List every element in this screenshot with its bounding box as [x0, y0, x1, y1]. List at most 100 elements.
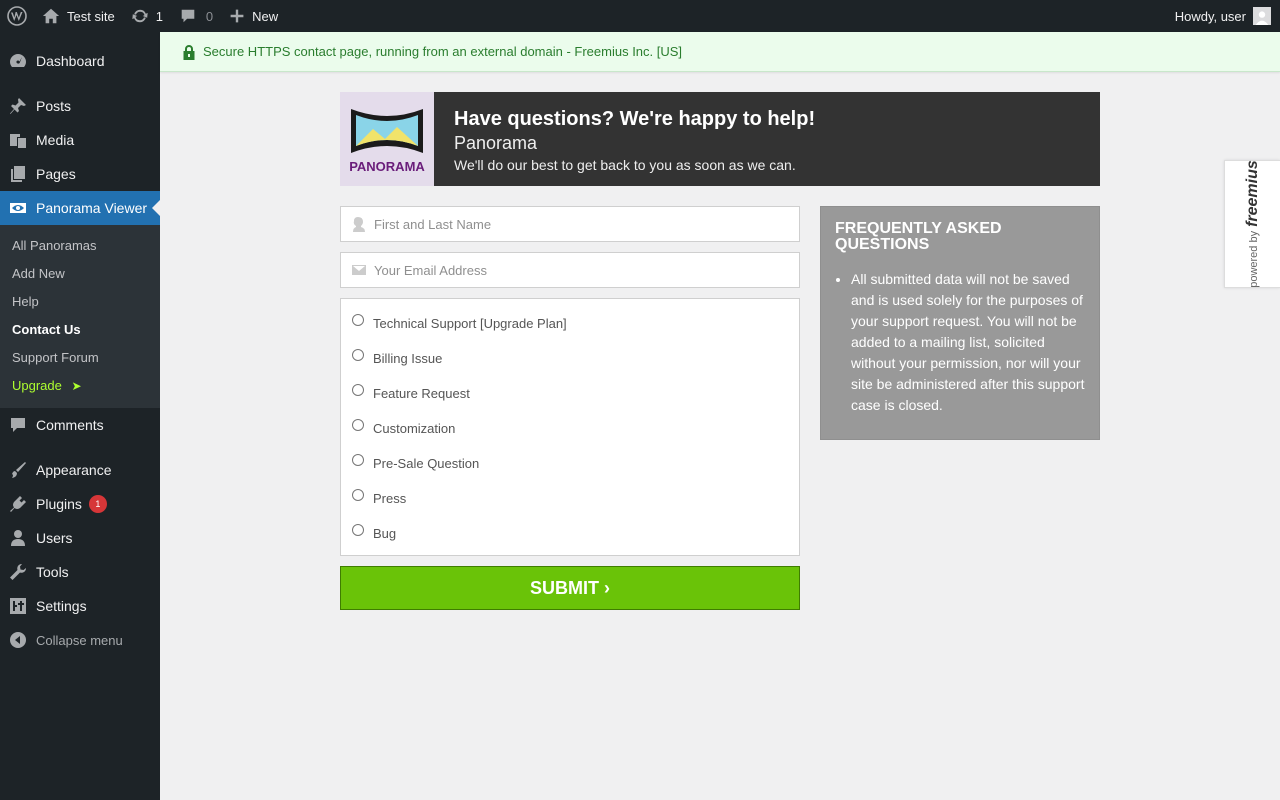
- plugin-logo: PANORAMA: [340, 92, 434, 186]
- faq-title: FREQUENTLY ASKED QUESTIONS: [835, 220, 1002, 253]
- new-content-button[interactable]: New: [221, 0, 286, 32]
- sidebar-item-label: Appearance: [36, 462, 112, 478]
- topic-option[interactable]: Technical Support [Upgrade Plan]: [352, 306, 799, 341]
- wordpress-logo-button[interactable]: [0, 0, 34, 32]
- submenu-all-panoramas[interactable]: All Panoramas: [0, 232, 160, 260]
- freemius-logo-text: freemius: [1243, 160, 1261, 227]
- topic-option[interactable]: Pre-Sale Question: [352, 446, 799, 481]
- collapse-label: Collapse menu: [36, 632, 123, 648]
- sidebar-item-pages[interactable]: Pages: [0, 157, 160, 191]
- panorama-submenu: All Panoramas Add New Help Contact Us Su…: [0, 225, 160, 408]
- lock-icon: [183, 44, 195, 60]
- topic-label: Technical Support [Upgrade Plan]: [373, 316, 567, 331]
- powered-by-freemius-badge[interactable]: powered by freemius: [1224, 160, 1280, 288]
- site-name-link[interactable]: Test site: [34, 0, 123, 32]
- sidebar-item-label: Posts: [36, 98, 72, 114]
- sidebar-item-tools[interactable]: Tools: [0, 555, 160, 589]
- media-icon: [10, 134, 26, 148]
- pushpin-icon: [10, 98, 26, 114]
- submit-button[interactable]: SUBMIT ›: [340, 566, 800, 610]
- admin-bar: Test site 1 0 New Howdy, user: [0, 0, 1280, 32]
- topic-label: Pre-Sale Question: [373, 456, 480, 471]
- home-icon: [42, 8, 60, 24]
- collapse-arrow-icon: [10, 632, 26, 648]
- sidebar-item-label: Dashboard: [36, 53, 105, 69]
- sidebar-item-settings[interactable]: Settings: [0, 589, 160, 623]
- avatar: [1253, 7, 1271, 25]
- site-name: Test site: [67, 8, 115, 24]
- sidebar-item-posts[interactable]: Posts: [0, 89, 160, 123]
- sidebar-item-label: Media: [36, 132, 75, 148]
- sidebar-item-panorama-viewer[interactable]: Panorama Viewer: [0, 191, 160, 225]
- topic-option[interactable]: Customization: [352, 411, 799, 446]
- plugins-update-badge: 1: [88, 495, 107, 513]
- email-input[interactable]: [374, 262, 774, 278]
- powered-by-label: powered by: [1247, 230, 1260, 288]
- topic-label: Feature Request: [373, 386, 470, 401]
- topic-option[interactable]: Bug: [352, 516, 799, 551]
- radio-button[interactable]: [352, 348, 364, 361]
- dashboard-icon: [10, 54, 26, 67]
- sidebar-item-users[interactable]: Users: [0, 521, 160, 555]
- plugin-name: Panorama: [454, 133, 538, 153]
- topic-option[interactable]: Press: [352, 481, 799, 516]
- name-input[interactable]: [374, 216, 774, 232]
- topic-option[interactable]: Feature Request: [352, 376, 799, 411]
- sidebar-item-label: Plugins: [36, 496, 82, 512]
- user-account-menu[interactable]: Howdy, user: [1167, 0, 1280, 32]
- sidebar-item-label: Settings: [36, 598, 87, 614]
- notice-text: Secure HTTPS contact page, running from …: [203, 44, 683, 59]
- radio-button[interactable]: [352, 523, 364, 536]
- submenu-support-forum[interactable]: Support Forum: [0, 344, 160, 372]
- upgrade-label: Upgrade: [12, 378, 62, 393]
- comments-count: 0: [205, 8, 214, 24]
- header-text: Have questions? We're happy to help! Pan…: [434, 92, 835, 186]
- howdy-text: Howdy, user: [1174, 8, 1246, 24]
- submenu-upgrade[interactable]: Upgrade ➤: [0, 372, 160, 400]
- collapse-menu-button[interactable]: Collapse menu: [0, 623, 160, 657]
- logo-text: PANORAMA: [349, 159, 425, 174]
- radio-button[interactable]: [352, 453, 364, 466]
- radio-button[interactable]: [352, 488, 364, 501]
- email-field[interactable]: [340, 252, 800, 288]
- pages-icon: [11, 166, 25, 182]
- updates-link[interactable]: 1: [123, 0, 171, 32]
- sidebar-item-plugins[interactable]: Plugins 1: [0, 487, 160, 521]
- faq-item: All submitted data will not be saved and…: [851, 269, 1085, 416]
- new-label: New: [252, 8, 279, 24]
- name-field[interactable]: [340, 206, 800, 242]
- powered-by-text: powered by freemius: [1244, 160, 1262, 288]
- page-title: Have questions? We're happy to help!: [454, 108, 816, 130]
- radio-button[interactable]: [352, 313, 364, 326]
- secure-https-notice: Secure HTTPS contact page, running from …: [160, 32, 1280, 72]
- sidebar-item-media[interactable]: Media: [0, 123, 160, 157]
- comments-link[interactable]: 0: [171, 0, 221, 32]
- topic-label: Press: [373, 491, 407, 506]
- topic-option[interactable]: Billing Issue: [352, 341, 799, 376]
- sidebar-item-appearance[interactable]: Appearance: [0, 453, 160, 487]
- faq-list: All submitted data will not be saved and…: [835, 269, 1085, 416]
- users-icon: [11, 530, 25, 546]
- upgrade-arrow-icon: ➤: [71, 379, 82, 393]
- header-message: We'll do our best to get back to you as …: [454, 157, 796, 173]
- panorama-logo-icon: PANORAMA: [349, 109, 425, 174]
- sidebar-item-comments[interactable]: Comments: [0, 408, 160, 442]
- comment-icon: [181, 9, 195, 23]
- visibility-icon: [10, 203, 26, 213]
- plus-icon: [230, 9, 244, 23]
- user-avatar-icon: [1255, 11, 1269, 25]
- wrench-icon: [10, 563, 27, 580]
- user-silhouette-icon: [353, 217, 365, 232]
- sidebar-item-label: Panorama Viewer: [36, 200, 148, 216]
- submenu-contact-us[interactable]: Contact Us: [0, 316, 160, 344]
- envelope-icon: [352, 265, 366, 275]
- topic-label: Billing Issue: [373, 351, 443, 366]
- radio-button[interactable]: [352, 418, 364, 431]
- radio-button[interactable]: [352, 383, 364, 396]
- sidebar-item-label: Pages: [36, 166, 76, 182]
- submenu-help[interactable]: Help: [0, 288, 160, 316]
- submenu-add-new[interactable]: Add New: [0, 260, 160, 288]
- wordpress-logo-icon: [7, 6, 27, 26]
- settings-sliders-icon: [10, 598, 26, 614]
- sidebar-item-dashboard[interactable]: Dashboard: [0, 44, 160, 78]
